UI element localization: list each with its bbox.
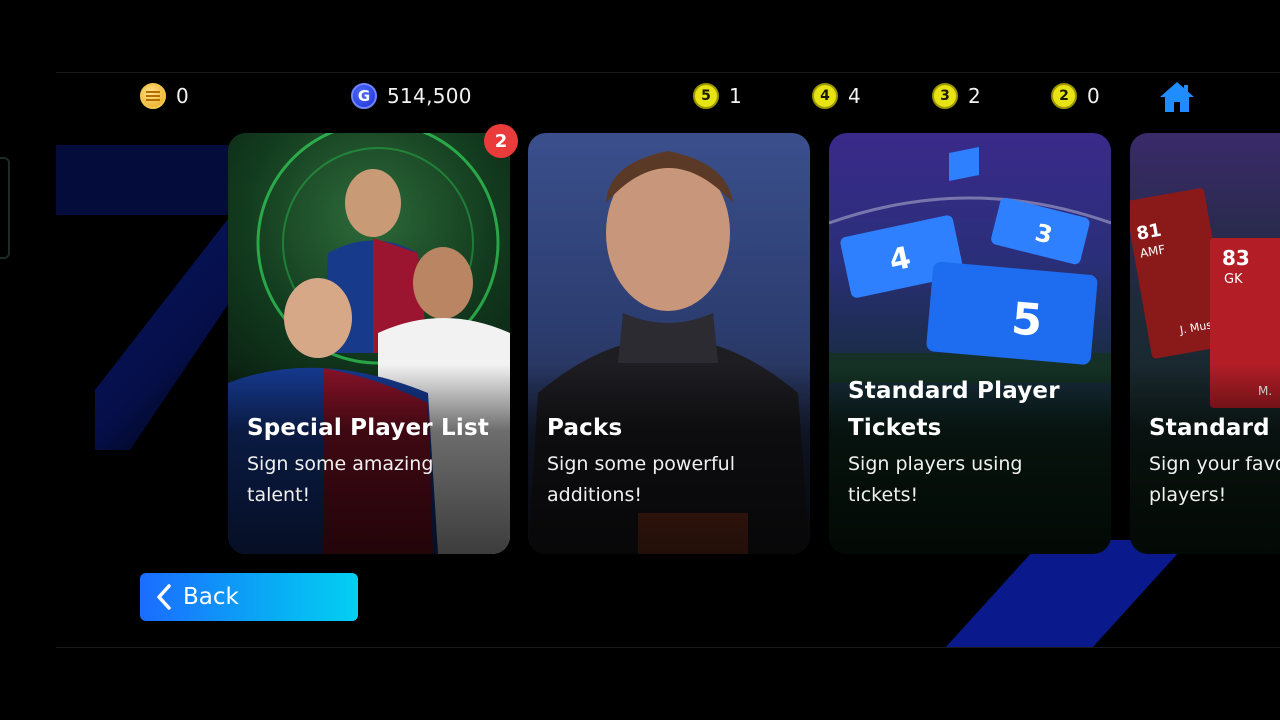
chevron-left-icon (157, 584, 171, 610)
coin-icon (140, 83, 166, 109)
side-panel-edge (0, 157, 10, 259)
ticket-5-icon: 5 (693, 83, 719, 109)
card-description-line: Sign some amazing (247, 453, 434, 475)
back-label: Back (183, 584, 239, 610)
currency-ticket-5: 5 1 (693, 82, 742, 110)
card-title: Standard Player (848, 378, 1060, 404)
card-title-line: Tickets (848, 415, 942, 441)
card-title: Standard Pl (1149, 415, 1280, 441)
background-shape (945, 540, 1190, 648)
gp-value: 514,500 (387, 84, 472, 108)
currency-gp: G 514,500 (351, 82, 472, 110)
bottom-divider (56, 647, 1280, 648)
home-icon (1160, 82, 1194, 112)
card-title: Special Player List (247, 415, 490, 441)
card-description-line: Sign players using (848, 453, 1023, 475)
card-text: Standard Pl Sign your favo players! (1149, 410, 1280, 511)
card-standard-players[interactable]: 81 AMF J. Musia 83 GK M. Standard Pl Sig… (1130, 133, 1280, 554)
currency-ticket-2: 2 0 (1051, 82, 1100, 110)
card-standard-player-tickets[interactable]: 4 3 5 Standard Player Tickets Sign playe… (829, 133, 1111, 554)
ticket-2-value: 0 (1087, 84, 1101, 108)
currency-ticket-4: 4 4 (812, 82, 861, 110)
card-special-player-list[interactable]: Special Player List Sign some amazing ta… (228, 133, 510, 554)
card-title: Packs (547, 415, 623, 441)
card-packs[interactable]: Packs Sign some powerful additions! (528, 133, 810, 554)
top-divider (56, 72, 1280, 73)
ticket-4-icon: 4 (812, 83, 838, 109)
home-button[interactable] (1158, 80, 1196, 114)
ticket-5-label: 5 (1009, 293, 1044, 346)
back-button[interactable]: Back (140, 573, 358, 621)
currency-coins: 0 (140, 82, 189, 110)
notification-badge: 2 (484, 124, 518, 158)
currency-ticket-3: 3 2 (932, 82, 981, 110)
card-description-line: talent! (247, 484, 311, 506)
card-description-line: Sign some powerful (547, 453, 735, 475)
player-card-position: GK (1224, 272, 1243, 287)
ticket-4-value: 4 (848, 84, 862, 108)
ticket-3-value: 2 (968, 84, 982, 108)
card-description-line: Sign your favo (1149, 453, 1280, 475)
coins-value: 0 (176, 84, 190, 108)
card-description-line: tickets! (848, 484, 919, 506)
player-card-rating: 83 (1222, 246, 1250, 270)
card-text: Special Player List Sign some amazing ta… (247, 410, 498, 511)
background-shape (56, 145, 231, 215)
card-description-line: players! (1149, 484, 1227, 506)
background-shape (95, 210, 235, 450)
card-text: Packs Sign some powerful additions! (547, 410, 798, 511)
player-card-rating: 81 (1135, 220, 1163, 245)
card-description-line: additions! (547, 484, 642, 506)
ticket-3-icon: 3 (932, 83, 958, 109)
gp-icon: G (351, 83, 377, 109)
ticket-2-icon: 2 (1051, 83, 1077, 109)
ticket-5-value: 1 (729, 84, 743, 108)
card-text: Standard Player Tickets Sign players usi… (848, 373, 1099, 511)
